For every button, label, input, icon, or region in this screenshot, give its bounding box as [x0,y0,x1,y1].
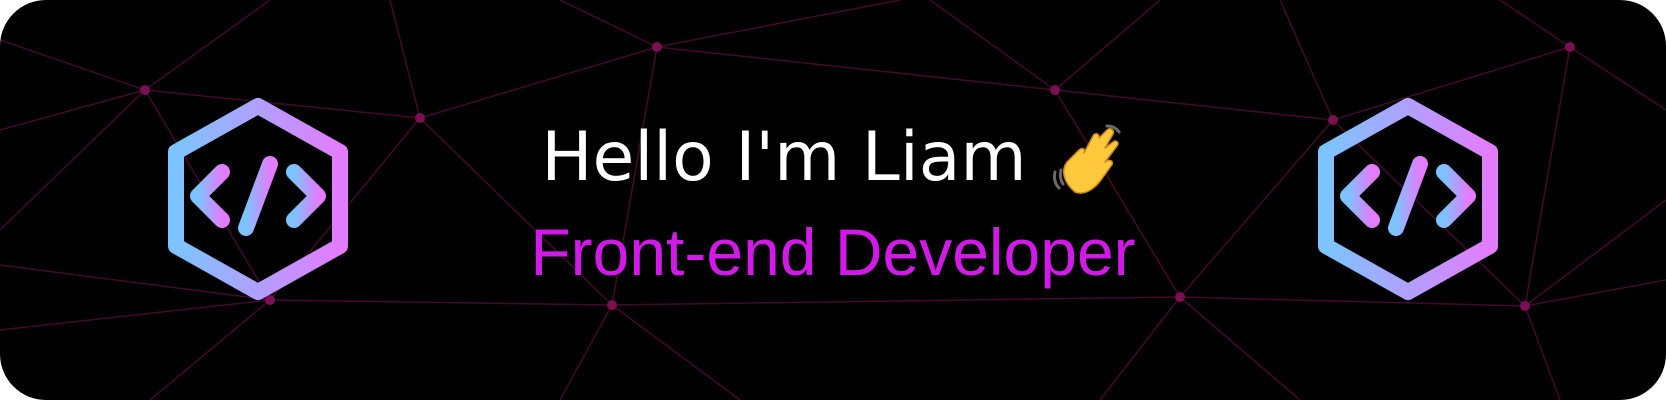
waving-hand-icon [1052,124,1121,194]
header-banner: Hello I'm Liam Front-end Developer [0,0,1666,400]
code-hexagon-icon [1318,98,1498,300]
greeting-text: Hello I'm Liam [541,118,1027,197]
